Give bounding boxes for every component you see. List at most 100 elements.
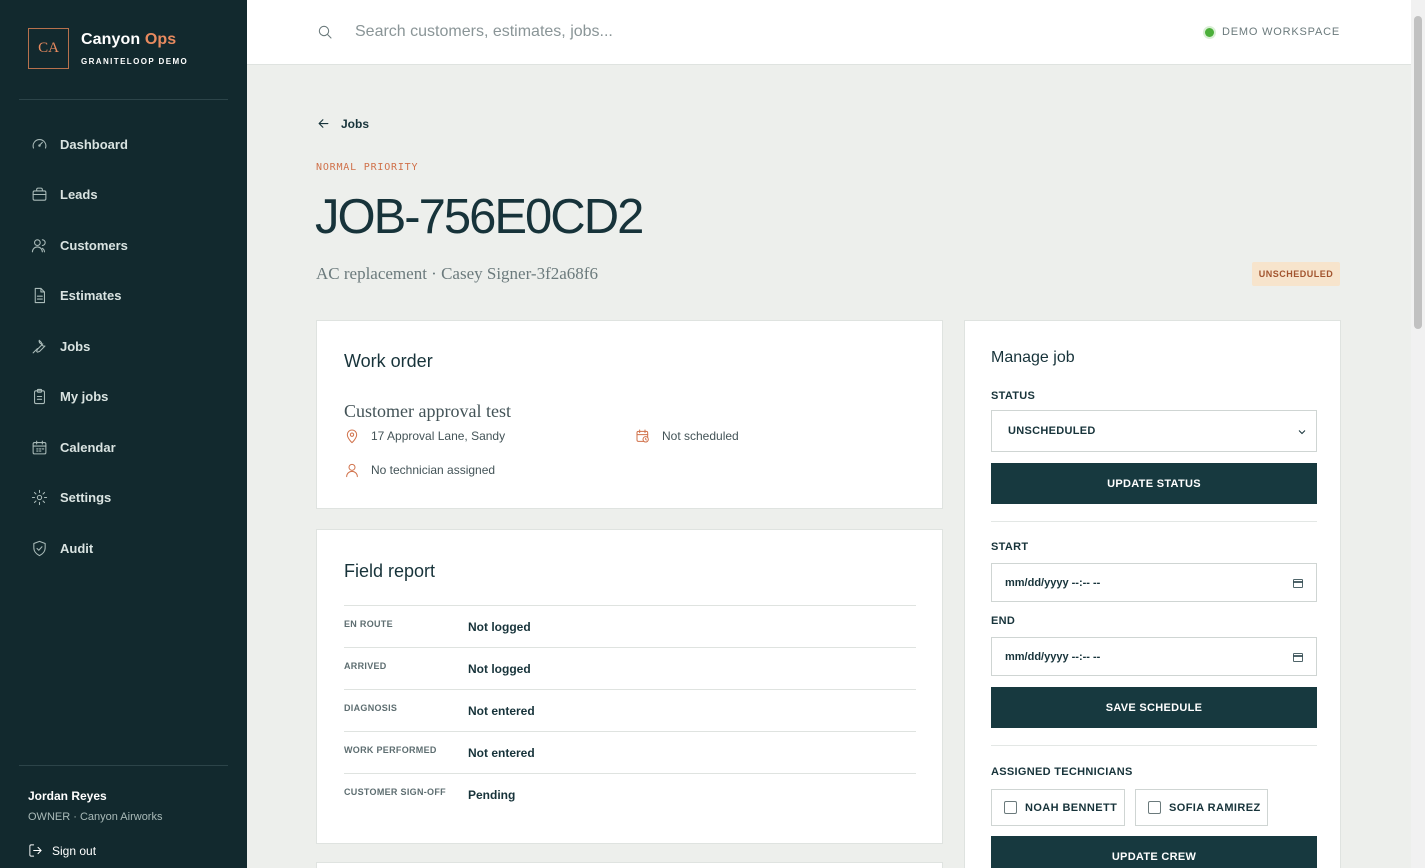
gauge-icon bbox=[32, 138, 47, 149]
sidebar-item-label: Jobs bbox=[60, 338, 91, 354]
shield-check-icon bbox=[33, 540, 46, 556]
page-subtitle: AC replacement · Casey Signer-3f2a68f6 bbox=[316, 264, 598, 283]
status-select-value: UNSCHEDULED bbox=[1008, 425, 1096, 437]
work-order-technician: No technician assigned bbox=[344, 462, 495, 478]
scrollbar-thumb[interactable] bbox=[1414, 16, 1422, 329]
address-text: 17 Approval Lane, Sandy bbox=[371, 429, 506, 443]
work-order-schedule: Not scheduled bbox=[635, 428, 739, 444]
technician-name: SOFIA RAMIREZ bbox=[1169, 801, 1261, 814]
technician-checkbox-noah-bennett[interactable]: NOAH BENNETT bbox=[991, 789, 1125, 826]
search-input[interactable] bbox=[355, 18, 955, 46]
field-label: DIAGNOSIS bbox=[344, 703, 398, 713]
technicians-field-label: ASSIGNED TECHNICIANS bbox=[991, 766, 1133, 778]
sidebar-item-my-jobs[interactable]: My jobs bbox=[0, 372, 247, 423]
save-schedule-button[interactable]: SAVE SCHEDULE bbox=[991, 687, 1317, 728]
document-icon bbox=[34, 288, 45, 304]
sidebar-item-label: Settings bbox=[60, 490, 112, 506]
card-title: Work order bbox=[344, 351, 433, 371]
clipboard-icon bbox=[34, 389, 45, 405]
technician-name: NOAH BENNETT bbox=[1025, 801, 1118, 814]
update-crew-button[interactable]: UPDATE CREW bbox=[991, 836, 1317, 868]
field-label: EN ROUTE bbox=[344, 619, 393, 629]
workspace-indicator: DEMO WORKSPACE bbox=[1205, 26, 1340, 38]
field-value: Not entered bbox=[468, 746, 535, 760]
checkbox[interactable] bbox=[1004, 801, 1017, 814]
sidebar-item-label: Estimates bbox=[60, 288, 122, 304]
gear-icon bbox=[31, 490, 48, 506]
brand[interactable]: CA Canyon Ops GRANITELOOP DEMO bbox=[28, 28, 188, 69]
brand-name: Canyon Ops bbox=[81, 31, 177, 48]
field-value: Pending bbox=[468, 788, 516, 802]
sign-out-button[interactable]: Sign out bbox=[28, 843, 96, 858]
next-card bbox=[316, 862, 943, 868]
technician-checkbox-sofia-ramirez[interactable]: SOFIA RAMIREZ bbox=[1135, 789, 1268, 826]
brand-logo: CA bbox=[28, 28, 69, 69]
sidebar-divider bbox=[19, 765, 228, 766]
card-title: Field report bbox=[344, 561, 436, 581]
end-datetime-input[interactable]: mm/dd/yyyy --:-- -- bbox=[991, 637, 1317, 676]
status-dot-icon bbox=[1205, 27, 1215, 37]
sidebar-item-label: Customers bbox=[60, 237, 128, 253]
start-datetime-input[interactable]: mm/dd/yyyy --:-- -- bbox=[991, 563, 1317, 602]
wrench-icon bbox=[32, 339, 46, 354]
work-order-address: 17 Approval Lane, Sandy bbox=[344, 428, 505, 444]
sidebar-item-leads[interactable]: Leads bbox=[0, 170, 247, 221]
work-order-name: Customer approval test bbox=[344, 401, 511, 421]
sidebar-item-customers[interactable]: Customers bbox=[0, 220, 247, 271]
sidebar-item-label: My jobs bbox=[60, 389, 109, 405]
sidebar: CA Canyon Ops GRANITELOOP DEMO Dashboard… bbox=[0, 0, 247, 868]
sidebar-item-label: Dashboard bbox=[60, 136, 128, 152]
field-report-row: EN ROUTE Not logged bbox=[344, 605, 916, 647]
field-report-row: WORK PERFORMED Not entered bbox=[344, 731, 916, 773]
sidebar-item-label: Leads bbox=[60, 187, 98, 203]
start-field-label: START bbox=[991, 541, 1029, 553]
map-pin-icon bbox=[346, 429, 358, 444]
update-status-button[interactable]: UPDATE STATUS bbox=[991, 463, 1317, 504]
sidebar-item-estimates[interactable]: Estimates bbox=[0, 271, 247, 322]
field-report-row: ARRIVED Not logged bbox=[344, 647, 916, 689]
calendar-clock-icon bbox=[636, 429, 649, 443]
calendar-icon[interactable] bbox=[1292, 577, 1304, 589]
schedule-text: Not scheduled bbox=[662, 429, 739, 443]
field-report-row: DIAGNOSIS Not entered bbox=[344, 689, 916, 731]
priority-label: NORMAL PRIORITY bbox=[316, 162, 419, 173]
sidebar-item-label: Audit bbox=[60, 540, 94, 556]
sidebar-item-dashboard[interactable]: Dashboard bbox=[0, 119, 247, 170]
status-field-label: STATUS bbox=[991, 390, 1036, 402]
sidebar-item-settings[interactable]: Settings bbox=[0, 473, 247, 524]
user-name: Jordan Reyes bbox=[28, 789, 107, 803]
checkbox[interactable] bbox=[1148, 801, 1161, 814]
end-datetime-value: mm/dd/yyyy --:-- -- bbox=[1005, 651, 1101, 663]
calendar-icon[interactable] bbox=[1292, 651, 1304, 663]
work-order-card: Work order Customer approval test 17 App… bbox=[316, 320, 943, 509]
page-title: JOB-756E0CD2 bbox=[315, 190, 644, 244]
field-label: CUSTOMER SIGN-OFF bbox=[344, 787, 446, 797]
workspace-label: DEMO WORKSPACE bbox=[1222, 26, 1340, 38]
sidebar-item-jobs[interactable]: Jobs bbox=[0, 321, 247, 372]
sidebar-divider bbox=[19, 99, 228, 100]
chevron-down-icon bbox=[1298, 430, 1306, 435]
user-role: OWNER · Canyon Airworks bbox=[28, 811, 163, 823]
card-title: Manage job bbox=[991, 349, 1075, 366]
field-label: ARRIVED bbox=[344, 661, 387, 671]
sidebar-item-audit[interactable]: Audit bbox=[0, 523, 247, 574]
search-icon bbox=[318, 25, 332, 39]
status-badge: UNSCHEDULED bbox=[1252, 262, 1340, 286]
briefcase-icon bbox=[32, 187, 47, 201]
arrow-left-icon bbox=[318, 119, 329, 128]
user-icon bbox=[346, 463, 358, 478]
page-scrollbar[interactable] bbox=[1411, 0, 1425, 868]
manage-job-card: Manage job STATUS UNSCHEDULED UPDATE STA… bbox=[964, 320, 1341, 868]
status-select[interactable]: UNSCHEDULED bbox=[991, 410, 1317, 452]
field-report-row: CUSTOMER SIGN-OFF Pending bbox=[344, 773, 916, 815]
sidebar-nav: Dashboard Leads Customers Estimates Jobs… bbox=[0, 119, 247, 574]
sidebar-item-calendar[interactable]: Calendar bbox=[0, 422, 247, 473]
calendar-icon bbox=[32, 440, 47, 455]
field-value: Not logged bbox=[468, 662, 531, 676]
field-label: WORK PERFORMED bbox=[344, 745, 437, 755]
back-link-label: Jobs bbox=[341, 116, 370, 131]
field-value: Not entered bbox=[468, 704, 535, 718]
back-to-jobs-link[interactable]: Jobs bbox=[316, 116, 369, 131]
sign-out-label: Sign out bbox=[52, 843, 97, 858]
start-datetime-value: mm/dd/yyyy --:-- -- bbox=[1005, 577, 1101, 589]
